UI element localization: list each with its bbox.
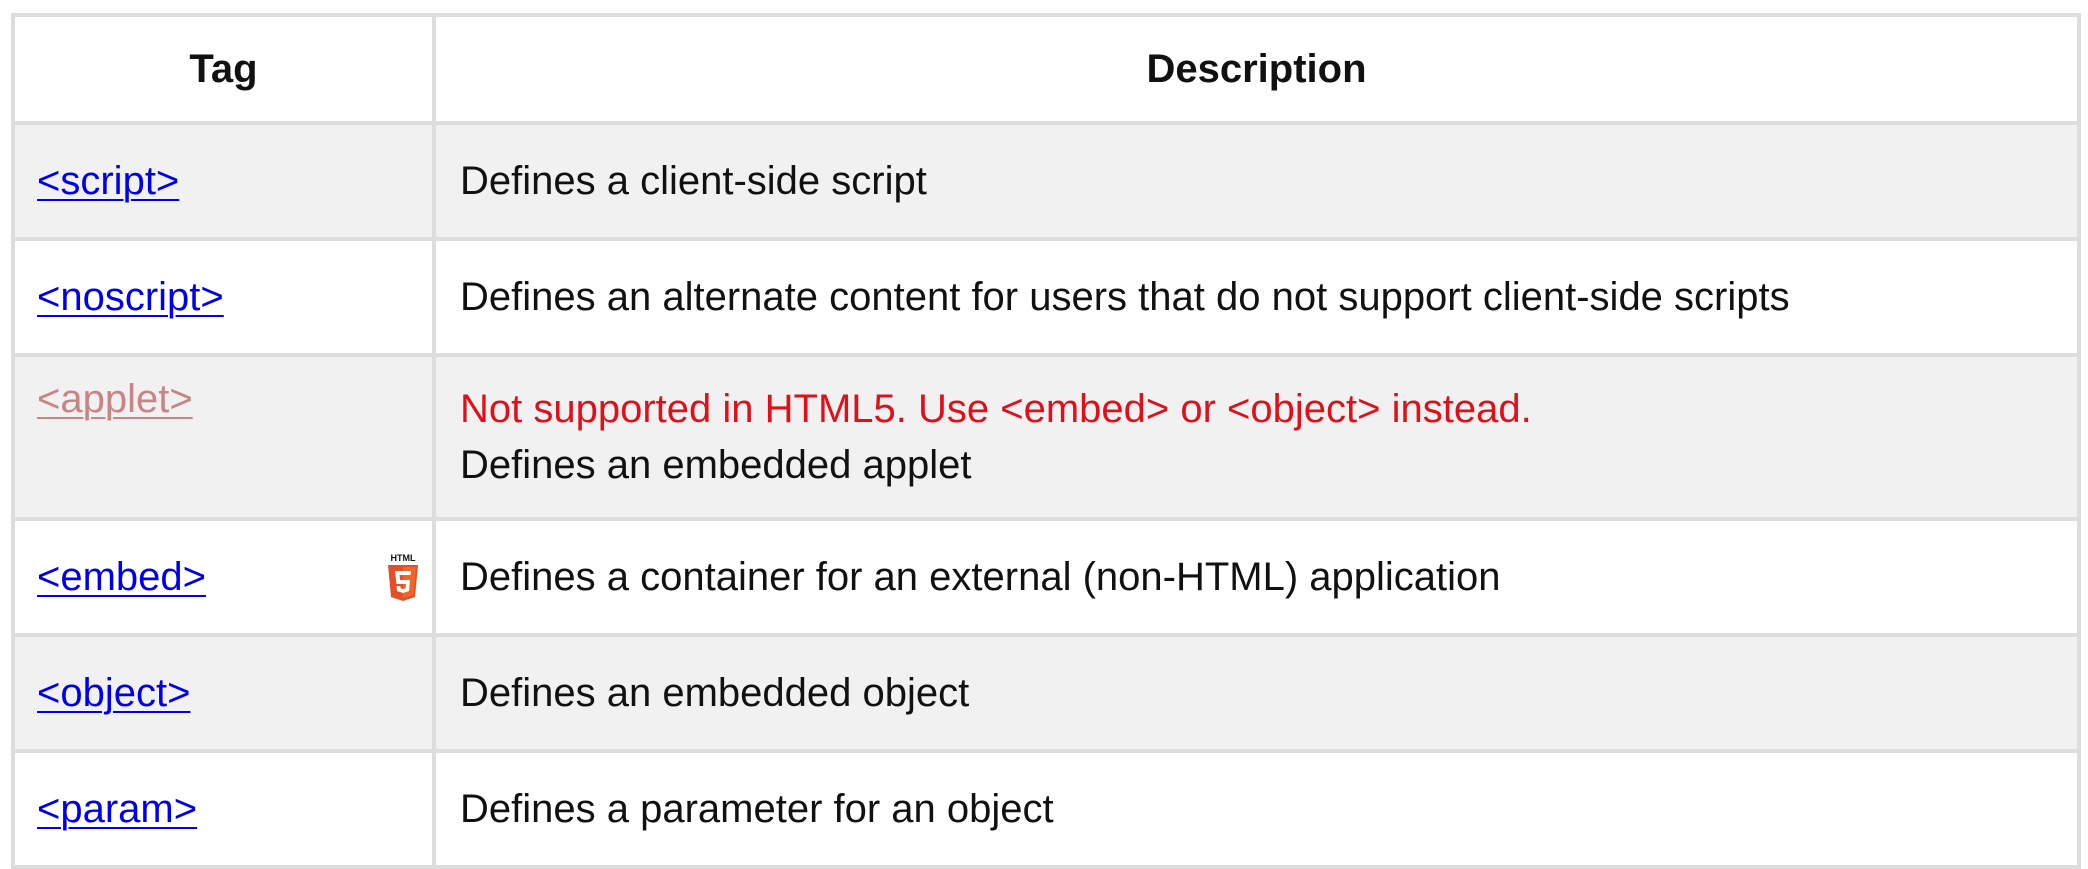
tag-cell: <applet> xyxy=(11,353,436,521)
description-cell: Defines an embedded object xyxy=(432,633,2081,753)
tag-cell: <script> xyxy=(11,121,436,241)
tag-reference-table: Tag Description <script> Defines a clien… xyxy=(11,13,2081,869)
description-cell: Defines a client-side script xyxy=(432,121,2081,241)
reference-table-container: Tag Description <script> Defines a clien… xyxy=(11,13,2081,869)
html5-icon: HTML xyxy=(388,553,418,601)
tag-cell: <embed> HTML xyxy=(11,517,436,637)
tag-link-applet[interactable]: <applet> xyxy=(37,377,193,421)
deprecation-warning: Not supported in HTML5. Use <embed> or <… xyxy=(460,387,1532,431)
html5-icon-label: HTML xyxy=(391,553,416,563)
description-cell: Defines an alternate content for users t… xyxy=(432,237,2081,357)
description-cell: Not supported in HTML5. Use <embed> or <… xyxy=(432,353,2081,521)
tag-link-noscript[interactable]: <noscript> xyxy=(37,275,224,319)
table-row: <noscript> Defines an alternate content … xyxy=(11,237,2081,357)
table-row: <object> Defines an embedded object xyxy=(11,633,2081,753)
description-cell: Defines a container for an external (non… xyxy=(432,517,2081,637)
table-row: <applet> Not supported in HTML5. Use <em… xyxy=(11,353,2081,521)
table-row: <script> Defines a client-side script xyxy=(11,121,2081,241)
description-cell: Defines a parameter for an object xyxy=(432,749,2081,869)
tag-link-embed[interactable]: <embed> xyxy=(37,555,206,599)
description-column-header: Description xyxy=(432,13,2081,125)
table-header-row: Tag Description xyxy=(11,13,2081,125)
tag-link-script[interactable]: <script> xyxy=(37,159,179,203)
tag-cell: <object> xyxy=(11,633,436,753)
tag-column-header: Tag xyxy=(11,13,436,125)
table-row: <param> Defines a parameter for an objec… xyxy=(11,749,2081,869)
tag-link-object[interactable]: <object> xyxy=(37,671,190,715)
tag-cell: <param> xyxy=(11,749,436,869)
tag-link-param[interactable]: <param> xyxy=(37,787,197,831)
table-row: <embed> HTML Defines a container for an … xyxy=(11,517,2081,637)
tag-cell: <noscript> xyxy=(11,237,436,357)
description-text: Defines an embedded applet xyxy=(460,443,972,487)
